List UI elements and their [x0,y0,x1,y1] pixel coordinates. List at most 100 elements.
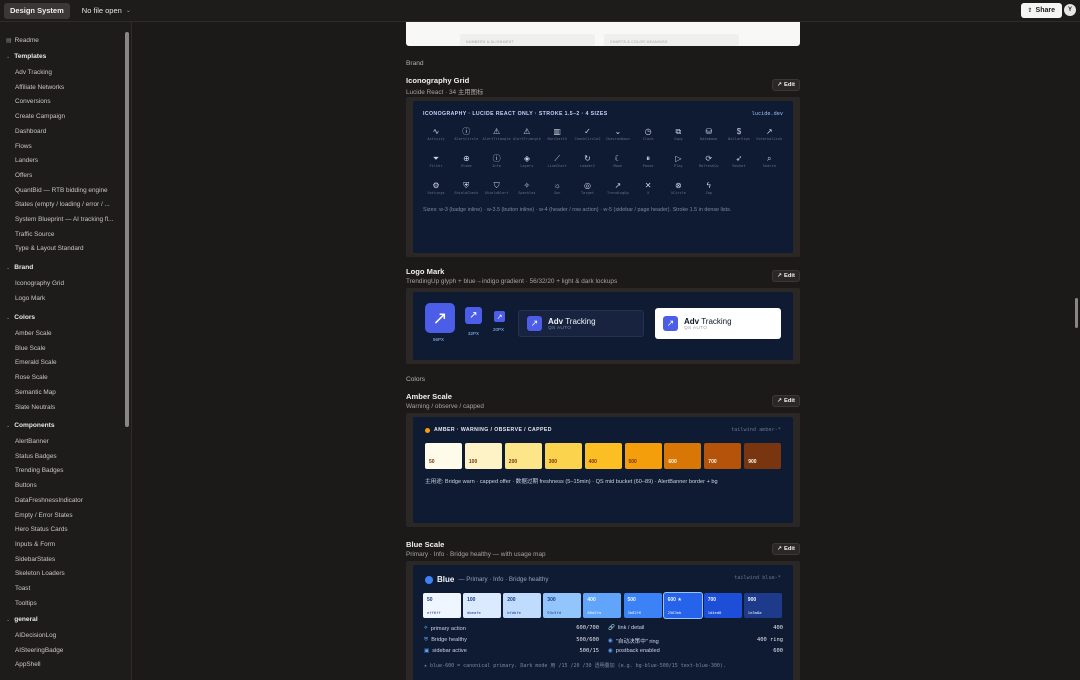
amber-swatch-500: 500 [624,443,662,469]
swatch-hex: eff6ff [427,610,441,615]
blue-swatch-500: 500 3b82f6 [623,593,662,618]
main-scrollbar[interactable] [1075,298,1078,328]
design-system-button[interactable]: Design System [4,2,70,19]
iconography-header: ICONOGRAPHY · LUCIDE REACT ONLY · STROKE… [423,111,608,117]
sidebar-item[interactable]: Affiliate Networks [15,84,64,91]
sidebar-item[interactable]: Emerald Scale [15,359,57,366]
sidebar-item[interactable]: AlertBanner [15,438,49,445]
share-button[interactable]: ⇪ Share [1020,3,1062,18]
swatch-hex: 1d4ed8 [707,610,722,615]
sidebar-item[interactable]: Traffic Source [15,231,54,238]
blue-header: Blue — Primary · Info · Bridge healthy [425,575,548,584]
sidebar-item[interactable]: Rose Scale [15,374,48,381]
swatch-label: 900 [748,459,757,465]
swatch-label: 400 [588,459,597,465]
settings-icon: ⚙ [432,181,440,190]
edit-button[interactable]: ↗ Edit [772,79,800,91]
rocket-icon: ➶ [735,154,743,163]
sidebar-item[interactable]: DataFreshnessIndicator [15,497,83,504]
swatch-label: 600 [668,459,677,465]
sidebar-item[interactable]: AIDecisionLog [15,632,56,639]
sidebar-item[interactable]: Type & Layout Standard [15,245,84,252]
amber-swatch-600: 600 [664,443,702,469]
icon-cell: ⛁ Database [694,126,724,148]
edit-button[interactable]: ↗ Edit [772,395,800,407]
blue-panel: Blue — Primary · Info · Bridge healthy t… [413,565,793,680]
sidebar-group-general[interactable]: ⌄ general [6,616,38,623]
section-label-brand: Brand [406,60,424,67]
upload-icon: ⇪ [1027,8,1033,14]
sidebar-item[interactable]: States (empty / loading / error / ... [15,201,110,208]
sidebar-item[interactable]: SidebarStates [15,556,55,563]
usage-item: ◉ postback enabled [608,648,660,654]
edit-button[interactable]: ↗ Edit [772,270,800,282]
swatch-label: 200 [507,597,516,603]
sidebar-item[interactable]: Buttons [15,482,37,489]
sidebar-item[interactable]: Empty / Error States [15,512,73,519]
sidebar-item[interactable]: Toast [15,585,30,592]
usage-icon: ◉ [608,637,613,644]
sidebar-item[interactable]: Adv Tracking [15,69,52,76]
sidebar-item[interactable]: Landers [15,157,38,164]
sidebar-group-components[interactable]: ⌄ Components [6,422,55,429]
sidebar-item[interactable]: Create Campaign [15,113,65,120]
sidebar-item[interactable]: Iconography Grid [15,280,64,287]
sidebar-item[interactable]: QuantBid — RTB bidding engine [15,187,108,194]
swatch-hex: dbeafe [467,610,481,615]
blue-usage-note: ★ blue-600 = canonical primary. Dark mod… [424,663,726,669]
sidebar-item[interactable]: Inputs & Form [15,541,55,548]
file-selector[interactable]: No file open ⌄ [82,6,131,15]
sidebar-item[interactable]: Blue Scale [15,345,46,352]
lucide-link[interactable]: lucide.dev [752,111,783,117]
sidebar-item[interactable]: Trending Badges [15,467,63,474]
sidebar-item[interactable]: Skeleton Loaders [15,570,65,577]
swatch-hex: bfdbfe [507,610,521,615]
amber-swatch-700: 700 [704,443,742,469]
edit-button[interactable]: ↗ Edit [772,543,800,555]
bar-chart3-icon: ▥ [553,127,561,136]
sidebar-item[interactable]: Slate Neutrals [15,404,55,411]
alert-triangle-icon: ⚠ [493,127,501,136]
main-canvas: NUMBERS & ALIGNMENT CHARTS & COLOR MEANI… [132,22,1080,680]
sidebar-group-brand[interactable]: ⌄ Brand [6,264,33,271]
avatar[interactable]: Y [1064,4,1076,16]
sidebar-item[interactable]: Status Badges [15,453,57,460]
sidebar-scrollbar[interactable] [125,32,129,427]
usage-icon: ▣ [424,648,430,654]
amber-swatch-300: 300 [544,443,582,469]
sidebar-item[interactable]: Offers [15,172,32,179]
sidebar-group-label: general [14,616,38,623]
sidebar-item[interactable]: Amber Scale [15,330,52,337]
blue-swatch-400: 400 60a5fa [583,593,622,618]
sidebar-item[interactable]: Hero Status Cards [15,526,68,533]
sidebar-item[interactable]: Dashboard [15,128,46,135]
icon-label: LineChart [547,164,567,168]
sidebar-item[interactable]: Conversions [15,98,51,105]
usage-item: ▣ sidebar active [424,648,467,654]
external-link-icon: ↗ [777,546,782,552]
sidebar-group-templates[interactable]: ⌄ Templates [6,53,46,60]
sidebar-item-label: Readme [14,37,39,44]
sidebar-item[interactable]: Flows [15,143,32,150]
line-chart-icon: ⟋ [554,154,560,163]
icon-cell: ⛉ ShieldAlert [482,180,512,202]
sidebar-item[interactable]: Semantic Map [15,389,56,396]
sidebar-group-label: Colors [14,314,36,321]
swatch-hex: 60a5fa [587,610,602,615]
sidebar-item[interactable]: AISteeringBadge [15,647,63,654]
icon-label: RefreshCw [698,164,719,168]
sidebar-item-readme[interactable]: ▤ Readme [6,37,39,44]
trending-up-icon: ↗ [614,181,622,190]
icon-label: Zap [705,191,712,195]
usage-value: 500/15 [579,648,599,654]
sidebar-item[interactable]: Logo Mark [15,295,45,302]
swatch-label: 100 [468,459,478,465]
sidebar-item[interactable]: Tooltips [15,600,37,607]
sidebar-group-colors[interactable]: ⌄ Colors [6,314,35,321]
icon-label: XCircle [670,191,686,195]
sidebar-item[interactable]: System Blueprint — AI tracking fl... [15,216,113,223]
usage-item: ◉ "自动决策中" ring [608,637,659,645]
sidebar-item[interactable]: AppShell [15,661,41,668]
activity-icon: ∿ [432,127,440,136]
icon-cell: ↻ Loader2 [573,153,603,175]
